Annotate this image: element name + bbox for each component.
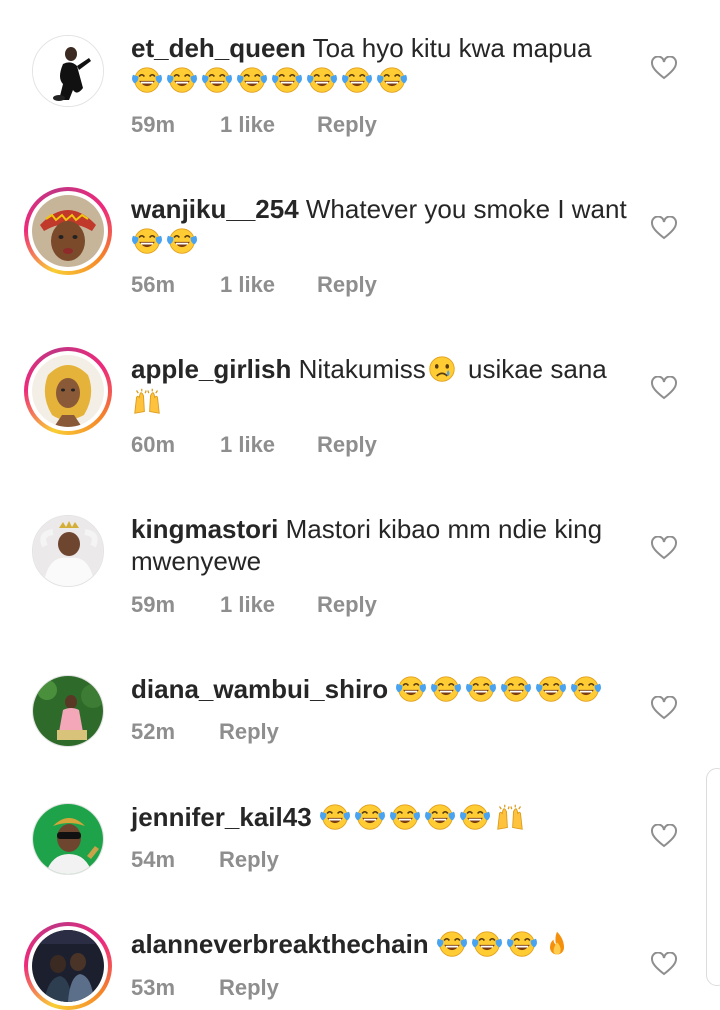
like-count[interactable]: 1 like (220, 431, 275, 459)
heart-outline-icon[interactable] (651, 951, 677, 976)
laugh-emoji-icon (436, 930, 468, 958)
laugh-emoji-icon (306, 66, 338, 94)
avatar-story-ring[interactable] (24, 347, 112, 435)
heart-outline-icon[interactable] (651, 375, 677, 400)
comment-username[interactable]: jennifer_kail43 (131, 802, 312, 832)
comment-body: et_deh_queen Toa hyo kitu kwa mapua (131, 32, 631, 96)
reply-button[interactable]: Reply (317, 111, 377, 139)
reply-button[interactable]: Reply (219, 718, 279, 746)
laugh-emoji-icon (341, 66, 373, 94)
laugh-emoji-icon (236, 66, 268, 94)
reply-button[interactable]: Reply (317, 431, 377, 459)
comment-body: diana_wambui_shiro (131, 673, 631, 705)
comment-text-continued: usikae sana (460, 354, 607, 384)
comment-text: Toa hyo kitu kwa mapua (312, 33, 592, 63)
comment-time: 59m (131, 112, 176, 137)
laugh-emoji-icon (389, 803, 421, 831)
laugh-emoji-icon (166, 227, 198, 255)
reply-button[interactable]: Reply (219, 846, 279, 874)
comment-body: alanneverbreakthechain (131, 928, 631, 960)
avatar[interactable] (32, 675, 104, 747)
laugh-emoji-icon (354, 803, 386, 831)
heart-outline-icon[interactable] (651, 823, 677, 848)
avatar[interactable] (32, 515, 104, 587)
comment-time: 60m (131, 432, 176, 457)
laugh-emoji-icon (271, 66, 303, 94)
avatar[interactable] (32, 35, 104, 107)
avatar (32, 195, 104, 267)
laugh-emoji-icon (459, 803, 491, 831)
reply-button[interactable]: Reply (219, 974, 279, 1002)
laugh-emoji-icon (471, 930, 503, 958)
reply-button[interactable]: Reply (317, 591, 377, 619)
avatar (32, 930, 104, 1002)
laugh-emoji-icon (131, 227, 163, 255)
comment-body: apple_girlish Nitakumiss usikae sana (131, 353, 631, 417)
laugh-emoji-icon (506, 930, 538, 958)
laugh-emoji-icon (201, 66, 233, 94)
laugh-emoji-icon (395, 675, 427, 703)
raised-hands-emoji-icon (131, 387, 163, 415)
laugh-emoji-icon (424, 803, 456, 831)
comment-body: kingmastori Mastori kibao mm ndie king m… (131, 513, 631, 577)
laugh-emoji-icon (319, 803, 351, 831)
laugh-emoji-icon (131, 66, 163, 94)
reply-button[interactable]: Reply (317, 271, 377, 299)
comment-body: wanjiku__254 Whatever you smoke I want (131, 193, 631, 257)
laugh-emoji-icon (570, 675, 602, 703)
laugh-emoji-icon (500, 675, 532, 703)
comment-time: 56m (131, 272, 176, 297)
comment-username[interactable]: wanjiku__254 (131, 194, 299, 224)
fire-emoji-icon (541, 930, 573, 958)
heart-outline-icon[interactable] (651, 535, 677, 560)
comment-time: 59m (131, 592, 176, 617)
comment-time: 52m (131, 719, 176, 744)
laugh-emoji-icon (430, 675, 462, 703)
avatar[interactable] (32, 803, 104, 875)
like-count[interactable]: 1 like (220, 591, 275, 619)
crying-face-emoji-icon (426, 355, 458, 383)
raised-hands-emoji-icon (494, 803, 526, 831)
comment-body: jennifer_kail43 (131, 801, 631, 833)
heart-outline-icon[interactable] (651, 215, 677, 240)
comment-username[interactable]: et_deh_queen (131, 33, 306, 63)
laugh-emoji-icon (376, 66, 408, 94)
avatar (32, 355, 104, 427)
heart-outline-icon[interactable] (651, 695, 677, 720)
comment-time: 53m (131, 975, 176, 1000)
like-count[interactable]: 1 like (220, 271, 275, 299)
laugh-emoji-icon (465, 675, 497, 703)
comment-username[interactable]: alanneverbreakthechain (131, 929, 429, 959)
avatar-story-ring[interactable] (24, 187, 112, 275)
comment-text: Nitakumiss (298, 354, 426, 384)
laugh-emoji-icon (166, 66, 198, 94)
scroll-handle[interactable] (706, 768, 720, 986)
comment-time: 54m (131, 847, 176, 872)
laugh-emoji-icon (535, 675, 567, 703)
comment-username[interactable]: diana_wambui_shiro (131, 674, 388, 704)
comment-username[interactable]: kingmastori (131, 514, 278, 544)
heart-outline-icon[interactable] (651, 55, 677, 80)
comment-text: Whatever you smoke I want (305, 194, 627, 224)
avatar-story-ring[interactable] (24, 922, 112, 1010)
comment-username[interactable]: apple_girlish (131, 354, 291, 384)
like-count[interactable]: 1 like (220, 111, 275, 139)
